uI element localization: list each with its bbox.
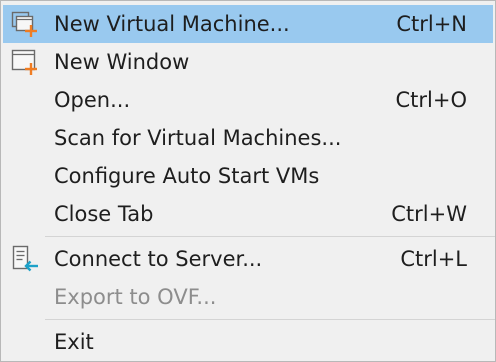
connect-server-icon [10,244,40,274]
menu-item-close-tab[interactable]: Close Tab Ctrl+W [3,195,493,233]
menu-item-scan-for-vms[interactable]: Scan for Virtual Machines... [3,119,493,157]
file-menu: New Virtual Machine... Ctrl+N New Window… [0,0,496,362]
menu-item-open[interactable]: Open... Ctrl+O [3,81,493,119]
menu-item-shortcut: Ctrl+L [400,247,467,271]
menu-item-new-window[interactable]: New Window [3,43,493,81]
new-window-icon [10,47,40,77]
menu-item-label: Connect to Server... [54,247,263,271]
menu-item-label: Scan for Virtual Machines... [54,126,342,150]
menu-item-label: New Window [54,50,190,74]
menu-item-shortcut: Ctrl+W [391,202,467,226]
menu-item-label: Configure Auto Start VMs [54,164,320,188]
menu-item-label: Close Tab [54,202,154,226]
menu-item-configure-auto-start[interactable]: Configure Auto Start VMs [3,157,493,195]
menu-separator [45,236,495,237]
menu-item-label: New Virtual Machine... [54,12,290,36]
menu-item-new-virtual-machine[interactable]: New Virtual Machine... Ctrl+N [3,5,493,43]
menu-separator [45,319,495,320]
menu-item-shortcut: Ctrl+O [395,88,468,112]
menu-item-label: Exit [54,330,94,354]
new-vm-icon [10,9,40,39]
menu-item-exit[interactable]: Exit [3,323,493,361]
menu-item-label: Open... [54,88,131,112]
menu-item-export-to-ovf[interactable]: Export to OVF... [3,278,493,316]
menu-item-shortcut: Ctrl+N [396,12,467,36]
menu-item-label: Export to OVF... [54,285,217,309]
menu-item-connect-to-server[interactable]: Connect to Server... Ctrl+L [3,240,493,278]
